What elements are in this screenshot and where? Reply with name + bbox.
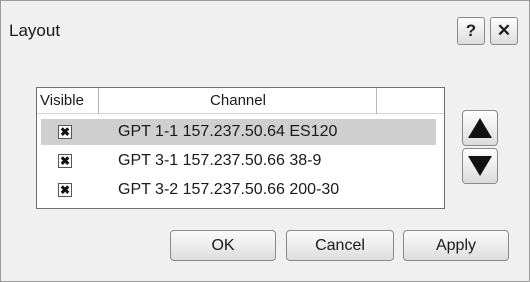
visible-checkbox[interactable]: ✖: [58, 183, 72, 197]
column-header-channel[interactable]: Channel: [100, 88, 377, 114]
list-item[interactable]: ✖ GPT 3-2 157.237.50.66 200-30: [41, 177, 436, 203]
channel-label: GPT 1-1 157.237.50.64 ES120: [118, 123, 338, 140]
list-item[interactable]: ✖ GPT 3-1 157.237.50.66 38-9: [41, 148, 436, 174]
visible-checkbox[interactable]: ✖: [58, 125, 72, 139]
cancel-button[interactable]: Cancel: [286, 230, 394, 261]
ok-button[interactable]: OK: [170, 230, 276, 261]
help-button[interactable]: ?: [457, 17, 485, 45]
channel-label: GPT 3-2 157.237.50.66 200-30: [118, 181, 340, 198]
arrow-down-icon: [468, 156, 492, 176]
layout-dialog: Layout ? ✕ Visible Channel ✖ GPT 1-1 157…: [0, 0, 530, 282]
list-header: Visible Channel: [37, 88, 444, 114]
close-button[interactable]: ✕: [490, 17, 518, 45]
apply-button[interactable]: Apply: [403, 230, 509, 261]
column-header-visible[interactable]: Visible: [37, 88, 99, 114]
dialog-title: Layout: [9, 21, 61, 40]
list-item[interactable]: ✖ GPT 1-1 157.237.50.64 ES120: [41, 119, 436, 145]
move-up-button[interactable]: [462, 110, 498, 146]
channel-list[interactable]: Visible Channel ✖ GPT 1-1 157.237.50.64 …: [36, 87, 445, 209]
channel-label: GPT 3-1 157.237.50.66 38-9: [118, 152, 322, 169]
move-down-button[interactable]: [462, 148, 498, 184]
visible-checkbox[interactable]: ✖: [58, 154, 72, 168]
arrow-up-icon: [468, 118, 492, 138]
